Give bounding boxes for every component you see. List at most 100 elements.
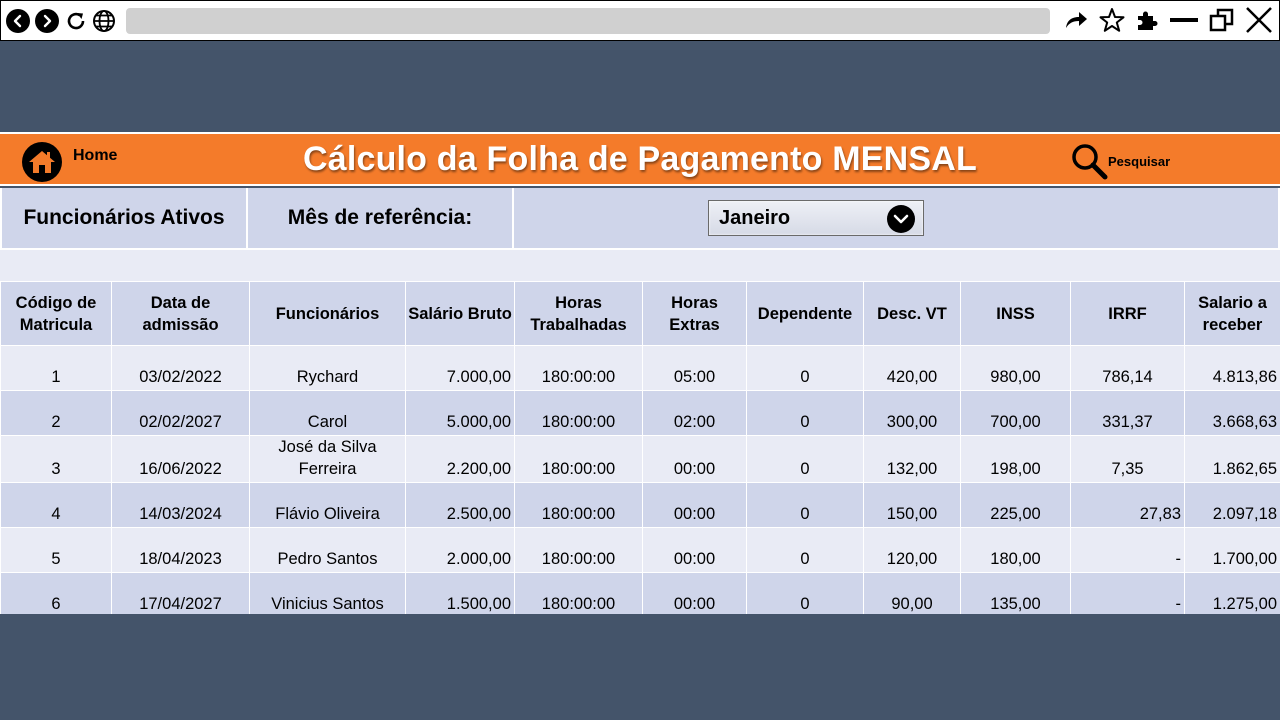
forward-icon[interactable] xyxy=(35,8,59,33)
cell-code: 5 xyxy=(0,527,112,573)
restore-icon[interactable] xyxy=(1209,7,1235,38)
cell-overtime: 00:00 xyxy=(642,482,747,528)
cell-dependents: 0 xyxy=(746,527,864,573)
cell-employee: Rychard xyxy=(249,345,406,391)
address-bar[interactable] xyxy=(126,8,1050,34)
cell-inss: 225,00 xyxy=(960,482,1071,528)
active-employees-button[interactable]: Funcionários Ativos xyxy=(2,188,246,248)
cell-code: 6 xyxy=(0,572,112,618)
cell-admission-date: 03/02/2022 xyxy=(111,345,250,391)
cell-irrf: - xyxy=(1070,572,1185,618)
cell-employee: Carol xyxy=(249,390,406,436)
cell-irrf: 786,14 xyxy=(1070,345,1185,391)
cell-overtime: 00:00 xyxy=(642,435,747,483)
cell-inss: 180,00 xyxy=(960,527,1071,573)
cell-irrf: 7,35 xyxy=(1070,435,1185,483)
cell-admission-date: 16/06/2022 xyxy=(111,435,250,483)
cell-overtime: 00:00 xyxy=(642,572,747,618)
cell-vt-discount: 420,00 xyxy=(863,345,961,391)
payroll-table: Código de Matricula Data de admissão Fun… xyxy=(0,281,1280,618)
page-background xyxy=(0,614,1280,720)
column-header: IRRF xyxy=(1070,281,1185,346)
column-header: Data de admissão xyxy=(111,281,250,346)
cell-dependents: 0 xyxy=(746,572,864,618)
cell-admission-date: 02/02/2027 xyxy=(111,390,250,436)
cell-code: 1 xyxy=(0,345,112,391)
cell-admission-date: 18/04/2023 xyxy=(111,527,250,573)
cell-overtime: 02:00 xyxy=(642,390,747,436)
table-row[interactable]: 1 03/02/2022 Rychard 7.000,00 180:00:00 … xyxy=(0,345,1280,391)
search-icon[interactable] xyxy=(1070,142,1108,180)
month-select[interactable]: Janeiro xyxy=(708,200,924,236)
app-header: Home Cálculo da Folha de Pagamento MENSA… xyxy=(0,132,1280,186)
cell-hours-worked: 180:00:00 xyxy=(514,345,643,391)
column-header: Código de Matricula xyxy=(0,281,112,346)
spacer-row xyxy=(0,248,1280,282)
month-select-value: Janeiro xyxy=(719,206,791,229)
month-select-cell: Janeiro xyxy=(514,188,1278,248)
cell-hours-worked: 180:00:00 xyxy=(514,435,643,483)
table-row[interactable]: 2 02/02/2027 Carol 5.000,00 180:00:00 02… xyxy=(0,390,1280,436)
cell-net-salary: 4.813,86 xyxy=(1184,345,1280,391)
column-header: Salario a receber xyxy=(1184,281,1280,346)
cell-irrf: 27,83 xyxy=(1070,482,1185,528)
filter-bar: Funcionários Ativos Mês de referência: J… xyxy=(0,188,1280,248)
column-header: Desc. VT xyxy=(863,281,961,346)
close-icon[interactable] xyxy=(1245,6,1273,39)
cell-dependents: 0 xyxy=(746,390,864,436)
minimize-icon[interactable] xyxy=(1169,8,1199,37)
cell-employee: Pedro Santos xyxy=(249,527,406,573)
column-header: Salário Bruto xyxy=(405,281,515,346)
cell-hours-worked: 180:00:00 xyxy=(514,572,643,618)
cell-inss: 980,00 xyxy=(960,345,1071,391)
share-icon[interactable] xyxy=(1063,8,1089,37)
cell-overtime: 00:00 xyxy=(642,527,747,573)
cell-inss: 198,00 xyxy=(960,435,1071,483)
cell-hours-worked: 180:00:00 xyxy=(514,482,643,528)
table-row[interactable]: 5 18/04/2023 Pedro Santos 2.000,00 180:0… xyxy=(0,527,1280,573)
table-header-row: Código de Matricula Data de admissão Fun… xyxy=(0,281,1280,346)
globe-icon xyxy=(91,8,117,34)
cell-hours-worked: 180:00:00 xyxy=(514,527,643,573)
cell-hours-worked: 180:00:00 xyxy=(514,390,643,436)
cell-vt-discount: 120,00 xyxy=(863,527,961,573)
cell-net-salary: 1.700,00 xyxy=(1184,527,1280,573)
cell-gross-salary: 2.500,00 xyxy=(405,482,515,528)
back-icon[interactable] xyxy=(6,8,30,33)
reload-icon[interactable] xyxy=(63,8,89,34)
cell-overtime: 05:00 xyxy=(642,345,747,391)
cell-employee: Vinicius Santos xyxy=(249,572,406,618)
reference-month-label: Mês de referência: xyxy=(248,188,512,248)
cell-net-salary: 1.275,00 xyxy=(1184,572,1280,618)
cell-gross-salary: 2.200,00 xyxy=(405,435,515,483)
cell-net-salary: 3.668,63 xyxy=(1184,390,1280,436)
cell-inss: 700,00 xyxy=(960,390,1071,436)
search-link[interactable]: Pesquisar xyxy=(1108,154,1170,169)
cell-code: 3 xyxy=(0,435,112,483)
cell-irrf: 331,37 xyxy=(1070,390,1185,436)
column-header: Funcionários xyxy=(249,281,406,346)
column-header: Horas Extras xyxy=(642,281,747,346)
table-row[interactable]: 4 14/03/2024 Flávio Oliveira 2.500,00 18… xyxy=(0,482,1280,528)
cell-irrf: - xyxy=(1070,527,1185,573)
cell-gross-salary: 5.000,00 xyxy=(405,390,515,436)
cell-vt-discount: 300,00 xyxy=(863,390,961,436)
column-header: Horas Trabalhadas xyxy=(514,281,643,346)
cell-inss: 135,00 xyxy=(960,572,1071,618)
cell-dependents: 0 xyxy=(746,435,864,483)
star-icon[interactable] xyxy=(1099,7,1125,38)
cell-admission-date: 14/03/2024 xyxy=(111,482,250,528)
browser-toolbar xyxy=(0,0,1280,41)
cell-gross-salary: 1.500,00 xyxy=(405,572,515,618)
column-header: INSS xyxy=(960,281,1071,346)
chevron-down-icon[interactable] xyxy=(887,205,915,233)
cell-vt-discount: 90,00 xyxy=(863,572,961,618)
cell-employee: José da Silva Ferreira xyxy=(249,435,406,483)
extensions-icon[interactable] xyxy=(1135,8,1159,37)
cell-code: 4 xyxy=(0,482,112,528)
cell-employee: Flávio Oliveira xyxy=(249,482,406,528)
cell-net-salary: 2.097,18 xyxy=(1184,482,1280,528)
cell-net-salary: 1.862,65 xyxy=(1184,435,1280,483)
table-row[interactable]: 6 17/04/2027 Vinicius Santos 1.500,00 18… xyxy=(0,572,1280,618)
table-row[interactable]: 3 16/06/2022 José da Silva Ferreira 2.20… xyxy=(0,435,1280,483)
